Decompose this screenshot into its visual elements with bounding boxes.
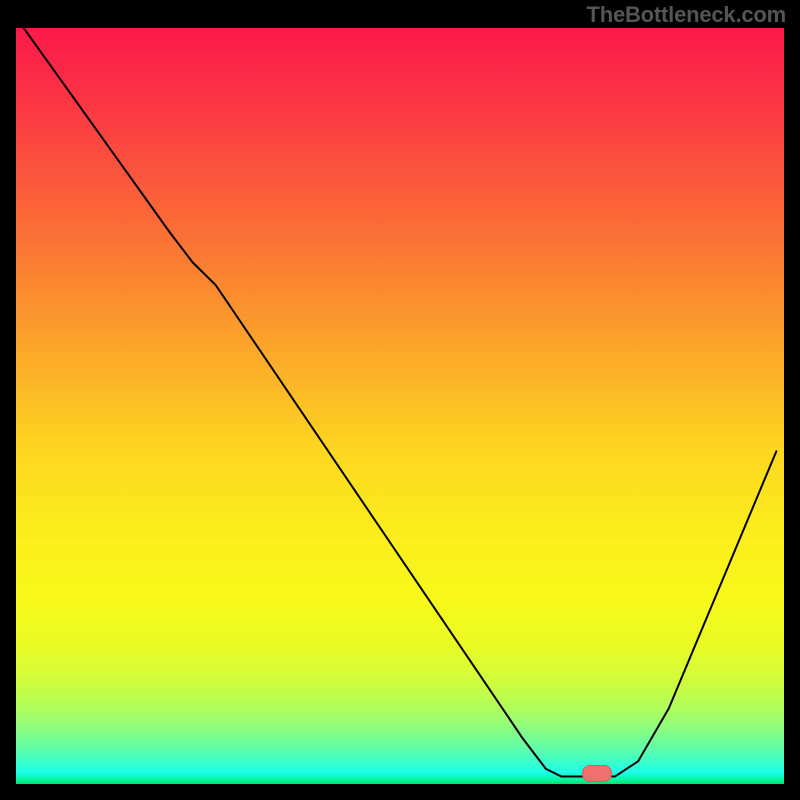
chart-frame: TheBottleneck.com [0,0,800,800]
watermark-text: TheBottleneck.com [586,2,786,28]
minimum-marker [582,765,612,782]
plot-area [16,28,784,784]
curve-path [24,28,777,776]
curve-layer [16,28,784,784]
